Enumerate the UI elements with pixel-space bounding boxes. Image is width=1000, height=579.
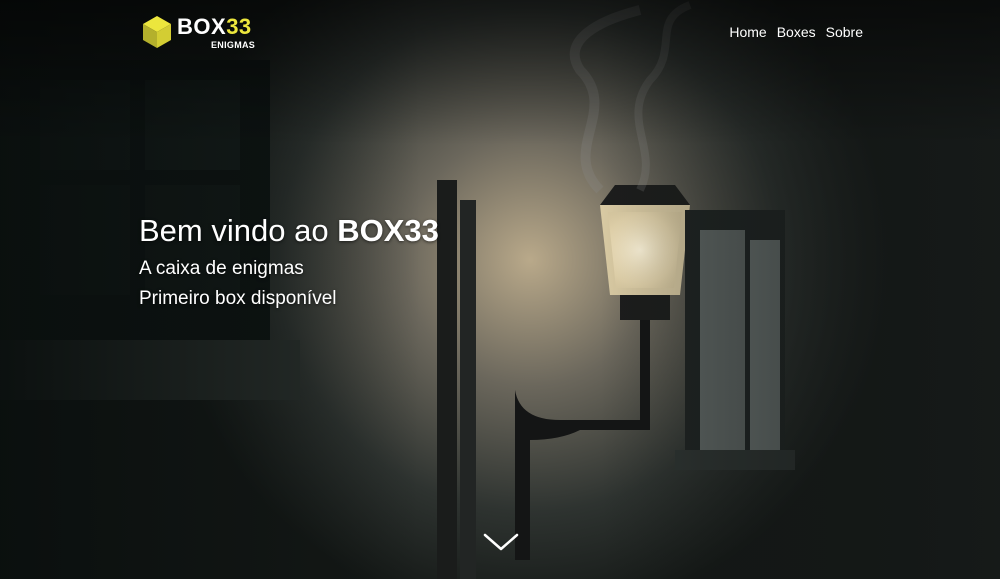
hero-tagline: A caixa de enigmas (139, 258, 304, 279)
nav-link-sobre[interactable]: Sobre (826, 24, 863, 40)
cube-logo-icon (143, 16, 171, 48)
nav-link-home[interactable]: Home (729, 24, 766, 40)
site-logo[interactable]: BOX33 ENIGMAS (141, 12, 261, 52)
nav-link-boxes[interactable]: Boxes (777, 24, 816, 40)
logo-text-box: BOX (177, 14, 227, 39)
site-header: BOX33 ENIGMAS Home Boxes Sobre (0, 0, 1000, 64)
hero-section: BOX33 ENIGMAS Home Boxes Sobre Bem vindo… (0, 0, 1000, 579)
hero-availability: Primeiro box disponível (139, 288, 337, 309)
hero-title: Bem vindo ao BOX33 (139, 212, 439, 250)
hero-content: Bem vindo ao BOX33 A caixa de enigmas Pr… (139, 212, 439, 310)
logo-subtitle: ENIGMAS (211, 40, 256, 50)
logo-text-number: 33 (226, 14, 252, 39)
hero-title-brand: BOX33 (337, 213, 439, 248)
chevron-down-icon[interactable] (482, 530, 520, 554)
hero-title-prefix: Bem vindo ao (139, 213, 329, 248)
logo-wordmark: BOX33 (177, 16, 252, 38)
main-nav: Home Boxes Sobre (729, 24, 863, 40)
